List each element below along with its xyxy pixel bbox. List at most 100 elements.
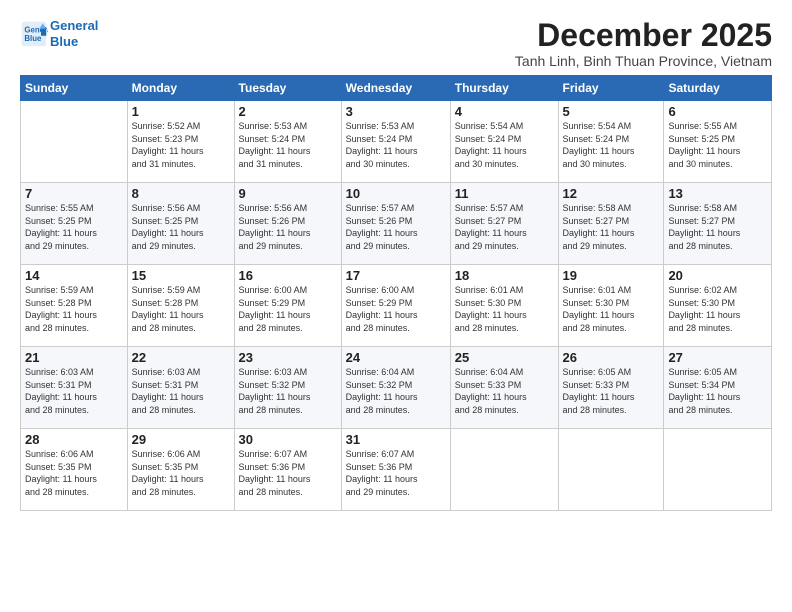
calendar-cell: 7Sunrise: 5:55 AM Sunset: 5:25 PM Daylig… <box>21 183 128 265</box>
month-title: December 2025 <box>515 18 772 53</box>
day-number: 9 <box>239 186 337 201</box>
day-number: 26 <box>563 350 660 365</box>
day-info: Sunrise: 6:00 AM Sunset: 5:29 PM Dayligh… <box>346 284 446 334</box>
day-info: Sunrise: 6:04 AM Sunset: 5:33 PM Dayligh… <box>455 366 554 416</box>
day-info: Sunrise: 6:01 AM Sunset: 5:30 PM Dayligh… <box>563 284 660 334</box>
day-number: 13 <box>668 186 767 201</box>
calendar-cell: 29Sunrise: 6:06 AM Sunset: 5:35 PM Dayli… <box>127 429 234 511</box>
calendar-cell: 6Sunrise: 5:55 AM Sunset: 5:25 PM Daylig… <box>664 101 772 183</box>
calendar-cell: 18Sunrise: 6:01 AM Sunset: 5:30 PM Dayli… <box>450 265 558 347</box>
calendar-cell: 5Sunrise: 5:54 AM Sunset: 5:24 PM Daylig… <box>558 101 664 183</box>
day-info: Sunrise: 6:03 AM Sunset: 5:31 PM Dayligh… <box>132 366 230 416</box>
logo-text: General Blue <box>50 18 98 49</box>
day-info: Sunrise: 6:06 AM Sunset: 5:35 PM Dayligh… <box>132 448 230 498</box>
calendar-cell: 28Sunrise: 6:06 AM Sunset: 5:35 PM Dayli… <box>21 429 128 511</box>
day-number: 6 <box>668 104 767 119</box>
week-row-3: 21Sunrise: 6:03 AM Sunset: 5:31 PM Dayli… <box>21 347 772 429</box>
day-number: 23 <box>239 350 337 365</box>
day-number: 24 <box>346 350 446 365</box>
day-number: 31 <box>346 432 446 447</box>
day-info: Sunrise: 5:54 AM Sunset: 5:24 PM Dayligh… <box>455 120 554 170</box>
calendar-cell: 15Sunrise: 5:59 AM Sunset: 5:28 PM Dayli… <box>127 265 234 347</box>
calendar-cell: 30Sunrise: 6:07 AM Sunset: 5:36 PM Dayli… <box>234 429 341 511</box>
calendar-cell: 22Sunrise: 6:03 AM Sunset: 5:31 PM Dayli… <box>127 347 234 429</box>
calendar-cell: 20Sunrise: 6:02 AM Sunset: 5:30 PM Dayli… <box>664 265 772 347</box>
calendar-cell: 16Sunrise: 6:00 AM Sunset: 5:29 PM Dayli… <box>234 265 341 347</box>
day-number: 28 <box>25 432 123 447</box>
calendar-cell: 3Sunrise: 5:53 AM Sunset: 5:24 PM Daylig… <box>341 101 450 183</box>
day-number: 10 <box>346 186 446 201</box>
day-info: Sunrise: 6:07 AM Sunset: 5:36 PM Dayligh… <box>239 448 337 498</box>
day-number: 2 <box>239 104 337 119</box>
location-title: Tanh Linh, Binh Thuan Province, Vietnam <box>515 53 772 69</box>
header-cell-sunday: Sunday <box>21 76 128 101</box>
day-info: Sunrise: 5:59 AM Sunset: 5:28 PM Dayligh… <box>132 284 230 334</box>
day-info: Sunrise: 5:59 AM Sunset: 5:28 PM Dayligh… <box>25 284 123 334</box>
calendar-cell: 4Sunrise: 5:54 AM Sunset: 5:24 PM Daylig… <box>450 101 558 183</box>
day-info: Sunrise: 6:00 AM Sunset: 5:29 PM Dayligh… <box>239 284 337 334</box>
day-info: Sunrise: 5:57 AM Sunset: 5:26 PM Dayligh… <box>346 202 446 252</box>
calendar-cell: 31Sunrise: 6:07 AM Sunset: 5:36 PM Dayli… <box>341 429 450 511</box>
day-info: Sunrise: 6:06 AM Sunset: 5:35 PM Dayligh… <box>25 448 123 498</box>
day-info: Sunrise: 5:53 AM Sunset: 5:24 PM Dayligh… <box>346 120 446 170</box>
day-number: 4 <box>455 104 554 119</box>
day-number: 19 <box>563 268 660 283</box>
day-number: 25 <box>455 350 554 365</box>
header-cell-saturday: Saturday <box>664 76 772 101</box>
day-info: Sunrise: 6:02 AM Sunset: 5:30 PM Dayligh… <box>668 284 767 334</box>
day-info: Sunrise: 5:55 AM Sunset: 5:25 PM Dayligh… <box>25 202 123 252</box>
header-cell-wednesday: Wednesday <box>341 76 450 101</box>
week-row-1: 7Sunrise: 5:55 AM Sunset: 5:25 PM Daylig… <box>21 183 772 265</box>
calendar-cell: 8Sunrise: 5:56 AM Sunset: 5:25 PM Daylig… <box>127 183 234 265</box>
day-number: 30 <box>239 432 337 447</box>
day-number: 8 <box>132 186 230 201</box>
day-info: Sunrise: 6:05 AM Sunset: 5:33 PM Dayligh… <box>563 366 660 416</box>
day-number: 1 <box>132 104 230 119</box>
header-cell-tuesday: Tuesday <box>234 76 341 101</box>
week-row-4: 28Sunrise: 6:06 AM Sunset: 5:35 PM Dayli… <box>21 429 772 511</box>
day-info: Sunrise: 6:04 AM Sunset: 5:32 PM Dayligh… <box>346 366 446 416</box>
calendar-cell: 19Sunrise: 6:01 AM Sunset: 5:30 PM Dayli… <box>558 265 664 347</box>
logo: General Blue General Blue <box>20 18 98 49</box>
calendar-cell: 17Sunrise: 6:00 AM Sunset: 5:29 PM Dayli… <box>341 265 450 347</box>
calendar-cell: 26Sunrise: 6:05 AM Sunset: 5:33 PM Dayli… <box>558 347 664 429</box>
day-info: Sunrise: 6:03 AM Sunset: 5:31 PM Dayligh… <box>25 366 123 416</box>
day-number: 12 <box>563 186 660 201</box>
week-row-2: 14Sunrise: 5:59 AM Sunset: 5:28 PM Dayli… <box>21 265 772 347</box>
day-number: 3 <box>346 104 446 119</box>
calendar-cell: 23Sunrise: 6:03 AM Sunset: 5:32 PM Dayli… <box>234 347 341 429</box>
calendar-cell: 24Sunrise: 6:04 AM Sunset: 5:32 PM Dayli… <box>341 347 450 429</box>
day-number: 29 <box>132 432 230 447</box>
day-number: 17 <box>346 268 446 283</box>
calendar-cell: 1Sunrise: 5:52 AM Sunset: 5:23 PM Daylig… <box>127 101 234 183</box>
day-info: Sunrise: 5:56 AM Sunset: 5:26 PM Dayligh… <box>239 202 337 252</box>
logo-icon: General Blue <box>20 20 48 48</box>
day-info: Sunrise: 5:58 AM Sunset: 5:27 PM Dayligh… <box>563 202 660 252</box>
day-number: 27 <box>668 350 767 365</box>
day-info: Sunrise: 5:54 AM Sunset: 5:24 PM Dayligh… <box>563 120 660 170</box>
calendar-cell: 25Sunrise: 6:04 AM Sunset: 5:33 PM Dayli… <box>450 347 558 429</box>
title-area: December 2025 Tanh Linh, Binh Thuan Prov… <box>515 18 772 69</box>
day-number: 18 <box>455 268 554 283</box>
calendar-cell <box>558 429 664 511</box>
calendar-cell: 21Sunrise: 6:03 AM Sunset: 5:31 PM Dayli… <box>21 347 128 429</box>
day-number: 22 <box>132 350 230 365</box>
day-number: 5 <box>563 104 660 119</box>
day-info: Sunrise: 5:57 AM Sunset: 5:27 PM Dayligh… <box>455 202 554 252</box>
calendar-cell: 13Sunrise: 5:58 AM Sunset: 5:27 PM Dayli… <box>664 183 772 265</box>
calendar-cell: 11Sunrise: 5:57 AM Sunset: 5:27 PM Dayli… <box>450 183 558 265</box>
day-info: Sunrise: 5:56 AM Sunset: 5:25 PM Dayligh… <box>132 202 230 252</box>
day-info: Sunrise: 6:03 AM Sunset: 5:32 PM Dayligh… <box>239 366 337 416</box>
day-info: Sunrise: 6:01 AM Sunset: 5:30 PM Dayligh… <box>455 284 554 334</box>
day-number: 14 <box>25 268 123 283</box>
header-area: General Blue General Blue December 2025 … <box>20 18 772 69</box>
logo-line2: Blue <box>50 34 78 49</box>
header-cell-friday: Friday <box>558 76 664 101</box>
day-info: Sunrise: 6:05 AM Sunset: 5:34 PM Dayligh… <box>668 366 767 416</box>
page: General Blue General Blue December 2025 … <box>0 0 792 523</box>
day-info: Sunrise: 5:52 AM Sunset: 5:23 PM Dayligh… <box>132 120 230 170</box>
header-cell-thursday: Thursday <box>450 76 558 101</box>
calendar-cell: 10Sunrise: 5:57 AM Sunset: 5:26 PM Dayli… <box>341 183 450 265</box>
day-number: 15 <box>132 268 230 283</box>
day-number: 11 <box>455 186 554 201</box>
